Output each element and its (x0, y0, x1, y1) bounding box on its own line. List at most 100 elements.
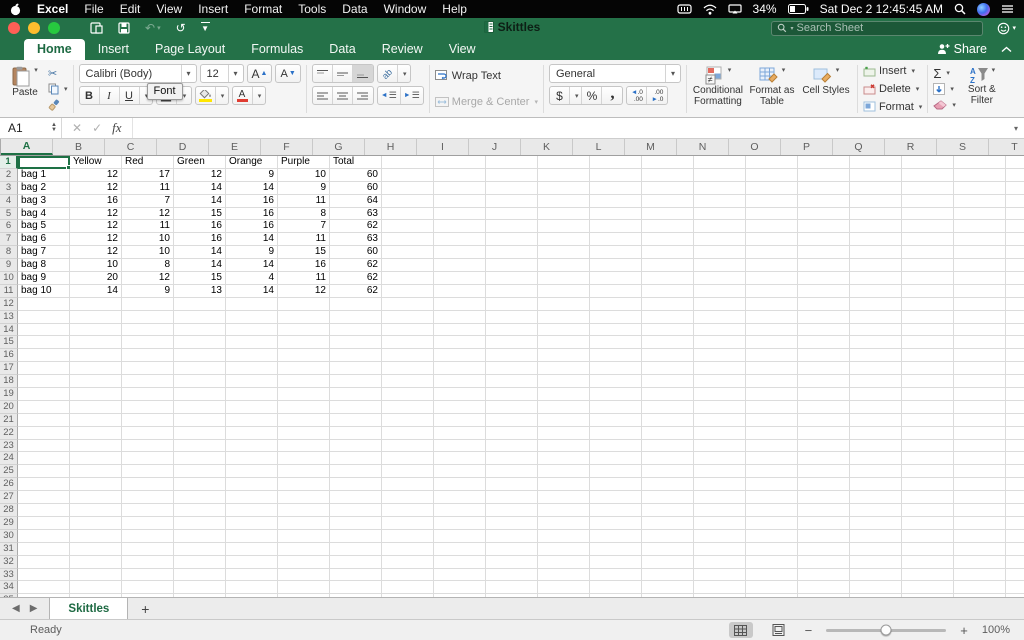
cell-T22[interactable] (1006, 427, 1024, 440)
cell-P21[interactable] (798, 413, 850, 427)
cell-O22[interactable] (746, 426, 798, 440)
cell-E26[interactable] (226, 478, 278, 492)
cell-R25[interactable] (902, 465, 954, 479)
cell-O26[interactable] (746, 478, 798, 492)
cell-G26[interactable] (330, 478, 382, 492)
cell-H4[interactable] (382, 194, 434, 208)
align-right-button[interactable] (353, 87, 373, 104)
cell-N35[interactable] (694, 594, 746, 597)
cell-M31[interactable] (642, 542, 694, 556)
cell-S29[interactable] (954, 516, 1006, 530)
cell-T9[interactable] (1006, 259, 1024, 273)
cell-T3[interactable] (1006, 182, 1024, 195)
cell-E30[interactable] (226, 529, 278, 543)
cell-F20[interactable] (278, 400, 330, 414)
cell-D1[interactable]: Green (174, 156, 226, 169)
cell-O31[interactable] (746, 542, 798, 556)
cell-P22[interactable] (798, 426, 850, 440)
cell-O13[interactable] (746, 310, 798, 324)
cell-G10[interactable]: 62 (330, 272, 382, 285)
cell-P7[interactable] (798, 233, 850, 247)
cell-F11[interactable]: 12 (278, 284, 330, 298)
cell-S21[interactable] (954, 413, 1006, 427)
cell-J18[interactable] (486, 375, 538, 389)
cell-P17[interactable] (798, 362, 850, 376)
cell-J34[interactable] (486, 581, 538, 595)
menu-item-window[interactable]: Window (384, 2, 427, 16)
search-input[interactable] (796, 22, 957, 34)
cell-E33[interactable] (226, 568, 278, 582)
cell-S30[interactable] (954, 529, 1006, 543)
cell-J26[interactable] (486, 478, 538, 492)
cell-K17[interactable] (538, 362, 590, 376)
cell-B3[interactable]: 12 (70, 181, 122, 195)
cell-A3[interactable]: bag 2 (18, 181, 70, 195)
cell-I26[interactable] (434, 478, 486, 492)
cell-Q22[interactable] (850, 426, 902, 440)
cell-H35[interactable] (382, 594, 434, 597)
column-header-H[interactable]: H (365, 139, 417, 155)
cell-J9[interactable] (486, 259, 538, 273)
cell-C22[interactable] (122, 426, 174, 440)
cell-S34[interactable] (954, 581, 1006, 595)
cell-D3[interactable]: 14 (174, 181, 226, 195)
cell-A7[interactable]: bag 6 (18, 233, 70, 247)
selection-fill-handle[interactable] (66, 164, 70, 169)
cell-D6[interactable]: 16 (174, 220, 226, 234)
cell-K21[interactable] (538, 413, 590, 427)
cell-G25[interactable] (330, 465, 382, 479)
cell-E23[interactable] (226, 439, 278, 453)
cell-H27[interactable] (382, 491, 434, 505)
cell-M34[interactable] (642, 581, 694, 595)
copy-button[interactable]: ▾ (48, 81, 68, 97)
cell-O4[interactable] (746, 194, 798, 208)
cell-H25[interactable] (382, 465, 434, 479)
tab-formulas[interactable]: Formulas (238, 39, 316, 60)
cell-A18[interactable] (18, 375, 70, 389)
cell-K10[interactable] (538, 272, 590, 285)
cell-H34[interactable] (382, 581, 434, 595)
cell-L7[interactable] (590, 233, 642, 247)
cell-O15[interactable] (746, 336, 798, 350)
fill-color-caret[interactable]: ▾ (218, 87, 228, 104)
cell-I9[interactable] (434, 259, 486, 273)
row-header-18[interactable]: 18 (0, 375, 18, 389)
cell-T18[interactable] (1006, 375, 1024, 389)
cell-C12[interactable] (122, 297, 174, 311)
cell-M32[interactable] (642, 555, 694, 569)
cell-K8[interactable] (538, 246, 590, 260)
cell-N7[interactable] (694, 233, 746, 247)
cell-T14[interactable] (1006, 324, 1024, 337)
cell-R17[interactable] (902, 362, 954, 376)
cell-G15[interactable] (330, 336, 382, 350)
cell-M12[interactable] (642, 297, 694, 311)
cell-B14[interactable] (70, 323, 122, 337)
column-header-Q[interactable]: Q (833, 139, 885, 155)
cell-G24[interactable] (330, 452, 382, 466)
cell-T27[interactable] (1006, 491, 1024, 505)
cell-P35[interactable] (798, 594, 850, 597)
cell-B11[interactable]: 14 (70, 284, 122, 298)
cell-F24[interactable] (278, 452, 330, 466)
font-size-select[interactable]: 12 ▾ (199, 64, 244, 83)
cell-E7[interactable]: 14 (226, 233, 278, 247)
cell-L18[interactable] (590, 375, 642, 389)
cell-R15[interactable] (902, 336, 954, 350)
autosum-button[interactable]: Σ ▾ (933, 65, 956, 81)
cell-H18[interactable] (382, 375, 434, 389)
tab-data[interactable]: Data (316, 39, 368, 60)
underline-button[interactable]: U (120, 87, 140, 104)
cell-S32[interactable] (954, 555, 1006, 569)
cell-J11[interactable] (486, 284, 538, 298)
cell-A27[interactable] (18, 491, 70, 505)
zoom-slider-thumb[interactable] (880, 624, 892, 636)
cell-Q3[interactable] (850, 181, 902, 195)
feedback-smiley-button[interactable]: ▾ (997, 22, 1016, 35)
cell-M4[interactable] (642, 194, 694, 208)
cell-S2[interactable] (954, 168, 1006, 182)
cell-K13[interactable] (538, 310, 590, 324)
cell-E25[interactable] (226, 465, 278, 479)
cell-R16[interactable] (902, 349, 954, 363)
cell-G32[interactable] (330, 555, 382, 569)
cell-S27[interactable] (954, 491, 1006, 505)
